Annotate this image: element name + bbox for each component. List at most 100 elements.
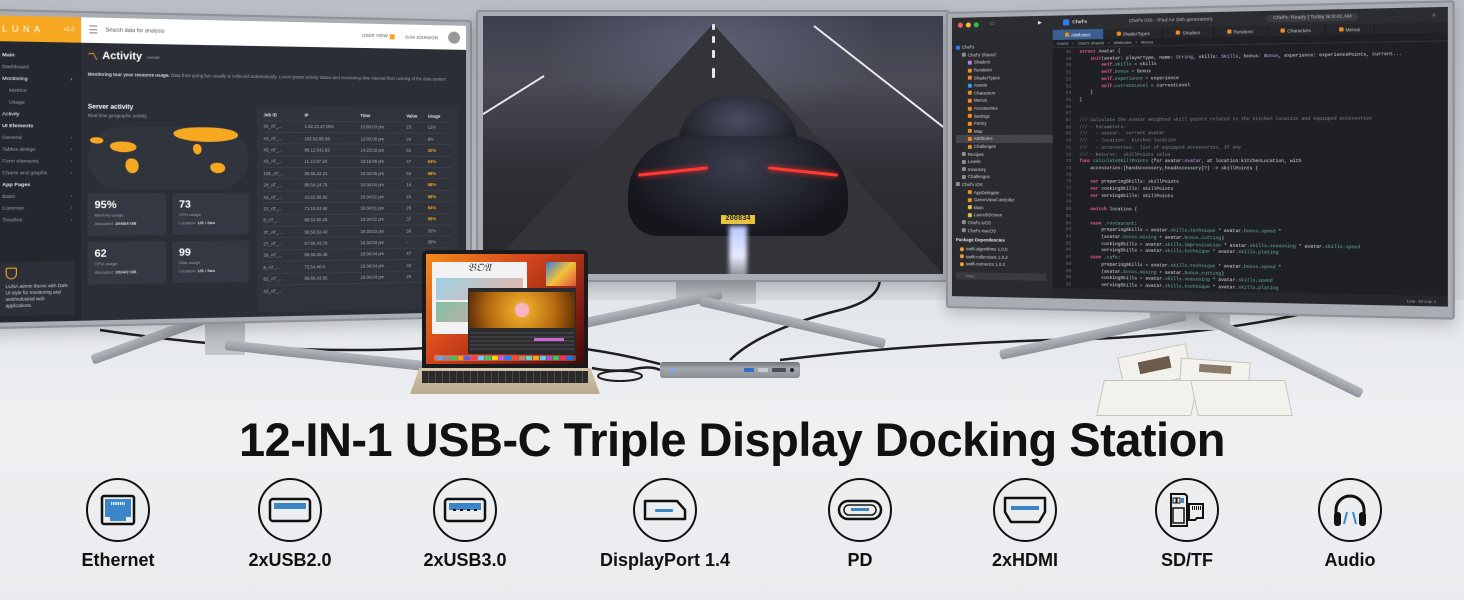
- code-line: 74 accessories:[handAccessory,headAccess…: [1057, 166, 1448, 174]
- dock-app-icon: [505, 356, 512, 360]
- sidebar-item-general[interactable]: General ›: [2, 133, 81, 145]
- table-row[interactable]: 43_AT_... 41.65.88.62 16:34:01 pm 24 68%: [263, 190, 453, 203]
- left-monitor: LUNA v1.0 ☰ Search data for analysis USER…: [0, 8, 472, 330]
- navigator-item[interactable]: Recipes: [956, 150, 1053, 158]
- stat-card: 95% Memory usage Allocated: 2048/4 GB: [87, 193, 166, 236]
- scheme-selector[interactable]: Chef's iOS › iPad Air (5th generation): [1129, 17, 1213, 24]
- laptop-base: [410, 368, 600, 394]
- navigator-item[interactable]: Inventory: [956, 166, 1053, 174]
- table-cell: 38%: [427, 236, 453, 248]
- table-cell: 68%: [427, 178, 453, 191]
- add-icon[interactable]: ＋: [1431, 11, 1437, 18]
- package-item[interactable]: swift-numerics 1.0.2: [956, 260, 1053, 269]
- table-cell: 68%: [427, 167, 453, 180]
- sidebar-item-activity[interactable]: Activity: [0, 108, 82, 122]
- table-row[interactable]: 24_AT_... 98.54.24.78 16:34:04 pm 14 68%: [263, 178, 453, 192]
- navigator-item[interactable]: Challenges: [956, 142, 1053, 150]
- port-label: PD: [847, 550, 873, 570]
- table-cell: 47: [406, 156, 428, 168]
- dock-app-icon: [525, 356, 532, 360]
- table-cell: 16:34:04 pm: [360, 259, 407, 272]
- minimize-button[interactable]: [965, 21, 971, 28]
- sidebar-item-timeline[interactable]: Timeline ›: [2, 215, 81, 227]
- run-button-icon[interactable]: ▶: [1038, 20, 1042, 25]
- table-cell: 16:34:02 pm: [360, 213, 407, 226]
- stat-label: CPU usage: [178, 211, 202, 218]
- ethernet-port-icon: [86, 478, 150, 542]
- sidebar-item-basic[interactable]: Basic ›: [2, 191, 81, 203]
- sidebar-item-dashboard[interactable]: Dashboard: [2, 62, 81, 75]
- stat-label: Memory usage: [94, 212, 124, 218]
- table-cell: 8_AT_...: [263, 214, 305, 227]
- right-monitor: ▭ ▶ Chef's Chef's iOS › iPad Air (5th ge…: [946, 0, 1455, 320]
- dock-app-icon: [457, 356, 464, 360]
- table-cell: 8%: [427, 133, 453, 145]
- folder-icon: [961, 53, 966, 58]
- sidebar-toggle-icon[interactable]: ▭: [990, 21, 995, 26]
- breadcrumb-separator-icon: ›: [1072, 40, 1074, 46]
- sidebar-item-charts-and-graphs[interactable]: Charts and graphs ›: [2, 168, 81, 180]
- breadcrumb-item[interactable]: Bonus: [1141, 39, 1153, 44]
- navigator-item[interactable]: Levels: [956, 158, 1053, 166]
- sidebar-item-metrics[interactable]: Metrics: [2, 85, 81, 98]
- close-button[interactable]: [957, 22, 963, 28]
- line-number: 72: [1065, 152, 1072, 158]
- port-label: SD/TF: [1161, 550, 1213, 570]
- table-cell: 16:34:03 pm: [360, 236, 407, 249]
- window-controls: ▭ ▶: [957, 20, 1059, 28]
- breadcrumb-item[interactable]: Chef's Shared: [1078, 40, 1104, 46]
- table-row[interactable]: 43_AT_... 11.13.87.28 15:16:09 pm 47 64%: [263, 155, 453, 168]
- table-cell: 15:16:09 pm: [360, 155, 407, 168]
- sidebar-item-common[interactable]: Common ›: [2, 203, 81, 215]
- line-number: 71: [1065, 145, 1072, 151]
- sidebar-item-tables-design[interactable]: Tables design ›: [2, 144, 81, 156]
- column-header[interactable]: Value: [406, 111, 427, 121]
- breadcrumb-item[interactable]: Attributes: [1114, 40, 1132, 45]
- page-title: 〽 Activity overall: [87, 50, 160, 63]
- sidebar-item-form-elements[interactable]: Form elements ›: [2, 156, 81, 168]
- column-header[interactable]: Usage: [428, 112, 452, 122]
- table-cell: 12%: [427, 121, 453, 134]
- dashboard-logo[interactable]: LUNA v1.0: [0, 15, 82, 43]
- folder-icon: [961, 220, 966, 225]
- navigator-filter-input[interactable]: Filter: [955, 271, 1047, 281]
- usb-c-port: [758, 368, 768, 372]
- table-cell: 27_AT_...: [263, 237, 305, 250]
- hamburger-menu-icon[interactable]: ☰: [81, 24, 105, 36]
- user-view-link[interactable]: USER VIEW: [362, 33, 395, 40]
- file-icon: [967, 144, 972, 149]
- dock-app-icon: [437, 356, 443, 360]
- port-label: 2xUSB3.0: [423, 550, 507, 570]
- table-cell: [304, 283, 361, 297]
- code-editor[interactable]: 48 struct Avatar {49 init(avatar: playerT…: [1053, 41, 1448, 295]
- table-row[interactable]: 43_AT_... 98.12.542.65 14:23:02 pm 61 42%: [263, 143, 453, 157]
- laptop-screen: 𝔅𝔒𝔄: [426, 254, 584, 364]
- column-header[interactable]: Job ID: [263, 110, 304, 121]
- user-name[interactable]: SAM JOHNSON: [405, 34, 438, 40]
- headphones-icon: [1318, 478, 1382, 542]
- breadcrumb-item[interactable]: Chef's: [1057, 41, 1069, 46]
- notification-badge: [389, 33, 395, 40]
- table-cell: 24_AT_...: [263, 179, 305, 192]
- table-cell: 102.52.65.66: [304, 132, 361, 145]
- navigator-item[interactable]: Chef's macOS: [956, 226, 1053, 235]
- table-row[interactable]: 43_AT_... 1.02.21.47.003 12:00:03 pm 23 12%: [263, 120, 453, 134]
- folder-icon: [955, 182, 960, 187]
- dock-app-icon: [560, 356, 567, 360]
- dock-app-icon: [450, 356, 457, 360]
- breadcrumb-separator-icon: ›: [1108, 40, 1110, 46]
- sidebar-item-usage[interactable]: Usage: [2, 97, 81, 109]
- table-cell: 22_AT_...: [263, 202, 305, 215]
- table-row[interactable]: 43_AT_... 102.52.65.66 12:03:00 pm 24 8%: [263, 132, 453, 145]
- column-header[interactable]: Time: [360, 111, 406, 122]
- table-row[interactable]: 108_AT_... 88.56.42.24 16:34:06 pm 53 68%: [263, 167, 453, 180]
- table-cell: 53: [406, 167, 428, 180]
- port-feature: Audio: [1275, 478, 1425, 571]
- sidebar-item-monitoring[interactable]: Monitoring ›: [0, 73, 82, 87]
- avatar[interactable]: [448, 31, 461, 44]
- docking-station: [660, 362, 800, 378]
- maximize-button[interactable]: [973, 21, 979, 27]
- chevron-icon: ›: [70, 159, 73, 165]
- dashboard-search-input[interactable]: Search data for analysis: [106, 27, 362, 38]
- column-header[interactable]: IP: [304, 111, 360, 122]
